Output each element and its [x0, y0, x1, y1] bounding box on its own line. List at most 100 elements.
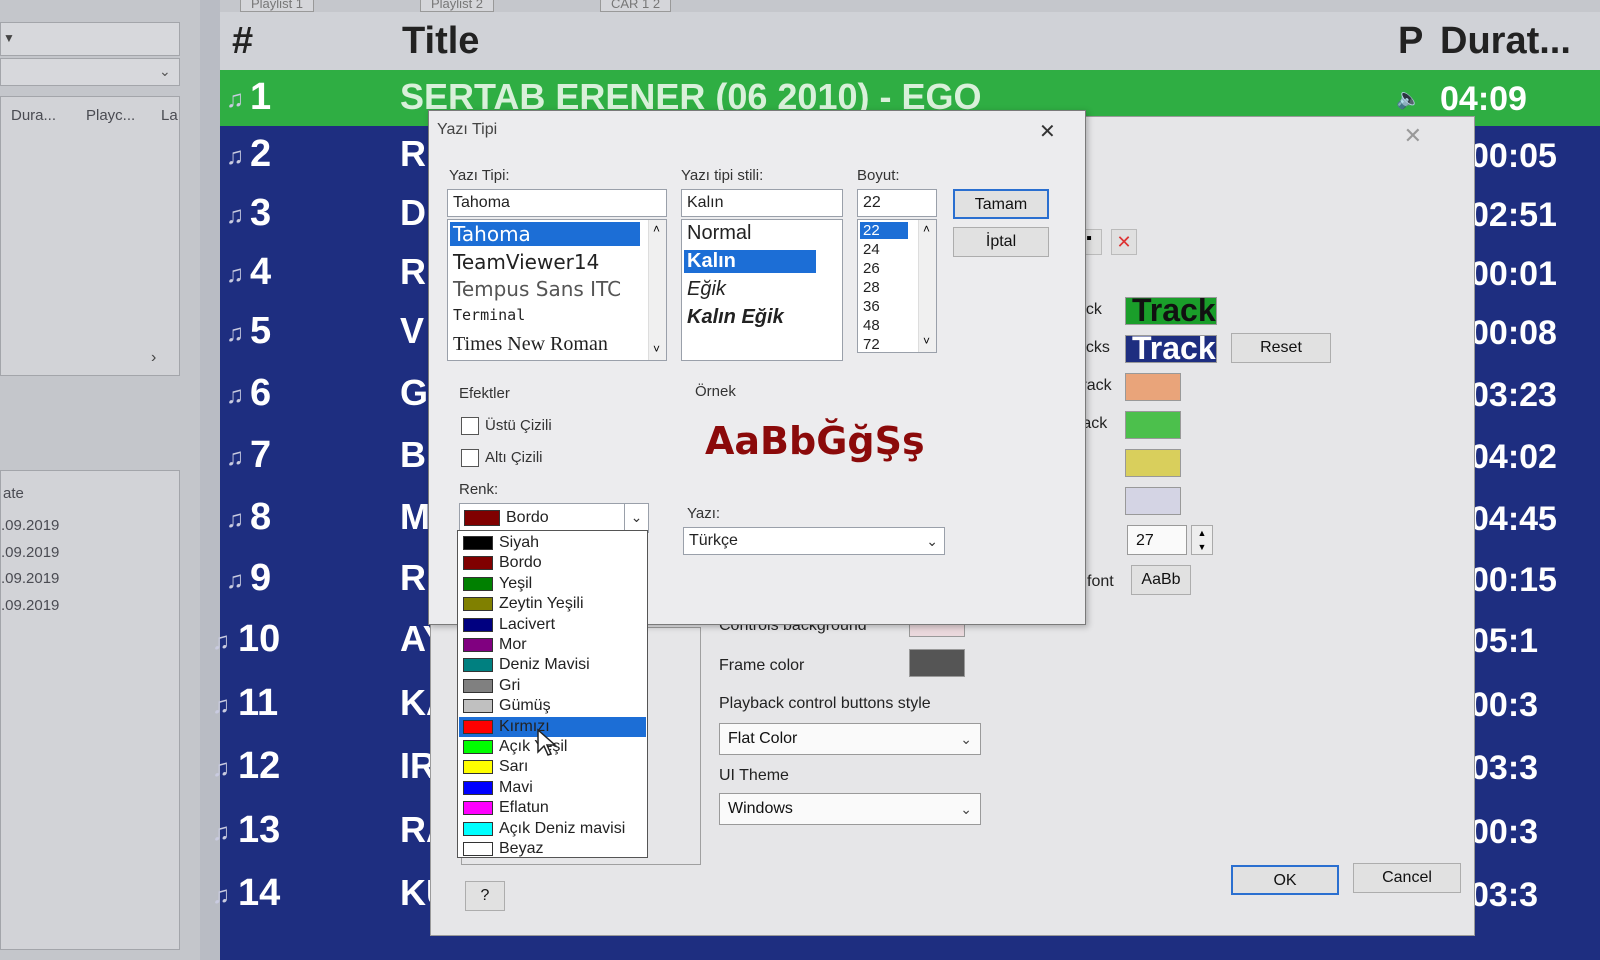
column-header[interactable]: Dura...: [11, 107, 56, 124]
underline-label: Altı Çizili: [485, 449, 543, 466]
close-icon[interactable]: ✕: [1039, 119, 1056, 144]
size-item[interactable]: 22: [860, 222, 908, 239]
delete-icon[interactable]: ✕: [1111, 229, 1137, 255]
size-input[interactable]: 27: [1127, 525, 1187, 555]
column-header[interactable]: Playc...: [86, 107, 135, 124]
size-item[interactable]: 24: [860, 241, 908, 258]
playback-style-select[interactable]: Flat Color ⌄: [719, 723, 981, 755]
style-item[interactable]: Kalın Eğik: [684, 306, 784, 329]
date-header[interactable]: ate: [3, 485, 24, 502]
color-swatch[interactable]: Track: [1125, 297, 1217, 325]
chevron-down-icon[interactable]: ˅: [923, 334, 930, 348]
color-name: Lacivert: [499, 615, 556, 633]
font-scrollbar[interactable]: ˄ ˅: [648, 220, 666, 360]
size-item[interactable]: 26: [860, 260, 908, 277]
date-list[interactable]: ate .09.2019 .09.2019 .09.2019 .09.2019: [0, 470, 180, 950]
size-item[interactable]: 28: [860, 279, 908, 296]
font-item[interactable]: Tempus Sans ITC: [450, 277, 621, 301]
color-option[interactable]: Açık Deniz mavisi: [459, 819, 646, 839]
tab-playlist-1[interactable]: Playlist 1: [240, 0, 315, 12]
font-input[interactable]: Tahoma: [447, 189, 667, 217]
color-name: Yeşil: [499, 574, 533, 592]
color-swatch[interactable]: [1125, 411, 1181, 439]
size-list[interactable]: 22 24 26 28 36 48 72 ˄ ˅: [857, 219, 937, 353]
row-title: B: [400, 434, 426, 475]
color-swatch[interactable]: [1125, 487, 1181, 515]
size-item[interactable]: 48: [860, 317, 908, 334]
header-duration[interactable]: Durat...: [1440, 20, 1571, 63]
color-option[interactable]: Eflatun: [459, 798, 646, 818]
column-header[interactable]: La: [161, 107, 178, 124]
chevron-up-icon[interactable]: ˄: [653, 222, 660, 236]
style-input[interactable]: Kalın: [681, 189, 843, 217]
row-number: 14: [238, 872, 281, 914]
color-option[interactable]: Beyaz: [459, 839, 646, 859]
style-item[interactable]: Eğik: [684, 278, 726, 301]
strikeout-checkbox[interactable]: [461, 417, 479, 435]
chevron-down-icon[interactable]: ⌄: [926, 528, 938, 554]
ok-button[interactable]: Tamam: [953, 189, 1049, 219]
color-option[interactable]: Yeşil: [459, 574, 646, 594]
font-item[interactable]: Times New Roman: [450, 333, 608, 356]
help-button[interactable]: ?: [465, 881, 505, 911]
color-option[interactable]: Mor: [459, 635, 646, 655]
size-input[interactable]: 22: [857, 189, 937, 217]
font-list[interactable]: Tahoma TeamViewer14 Tempus Sans ITC Term…: [447, 219, 667, 361]
music-note-icon: ♫: [212, 882, 230, 909]
reset-button[interactable]: Reset: [1231, 333, 1331, 363]
underline-checkbox[interactable]: [461, 449, 479, 467]
style-item[interactable]: Kalın: [684, 250, 816, 273]
cancel-button[interactable]: Cancel: [1353, 863, 1461, 893]
color-option[interactable]: Zeytin Yeşili: [459, 594, 646, 614]
tab-playlist-2[interactable]: Playlist 2: [420, 0, 495, 12]
left-panel: ▼ ⌄ Dura... Playc... La › ate .09.2019 .…: [0, 0, 200, 960]
mouse-cursor-icon: [537, 728, 557, 756]
script-select[interactable]: Türkçe ⌄: [683, 527, 945, 555]
color-option[interactable]: Gri: [459, 676, 646, 696]
color-option[interactable]: Gümüş: [459, 696, 646, 716]
style-item[interactable]: Normal: [684, 222, 751, 245]
sample-label: Örnek: [695, 383, 736, 400]
frame-color-swatch[interactable]: [909, 649, 965, 677]
color-swatch[interactable]: [1125, 373, 1181, 401]
color-name: Eflatun: [499, 799, 549, 817]
row-title: R: [400, 557, 426, 598]
ui-theme-select[interactable]: Windows ⌄: [719, 793, 981, 825]
cancel-button[interactable]: İptal: [953, 227, 1049, 257]
close-icon[interactable]: ✕: [1404, 123, 1422, 149]
color-option[interactable]: Sarı: [459, 757, 646, 777]
size-item[interactable]: 36: [860, 298, 908, 315]
size-item[interactable]: 72: [860, 336, 908, 352]
size-spinner[interactable]: ▲ ▼: [1191, 525, 1213, 555]
font-item[interactable]: Terminal: [450, 306, 525, 324]
font-button[interactable]: AaBb: [1131, 565, 1191, 595]
ok-button[interactable]: OK: [1231, 865, 1339, 895]
header-p[interactable]: P: [1398, 20, 1423, 63]
chevron-down-icon[interactable]: ⌄: [624, 504, 648, 532]
tab-car[interactable]: CAR 1 2: [600, 0, 672, 12]
color-swatch[interactable]: [1125, 449, 1181, 477]
font-item[interactable]: Tahoma: [450, 222, 640, 246]
row-number: 10: [238, 618, 281, 660]
color-option[interactable]: Siyah: [459, 533, 646, 553]
color-option[interactable]: Bordo: [459, 553, 646, 573]
font-item[interactable]: TeamViewer14: [450, 250, 599, 274]
style-list[interactable]: Normal Kalın Eğik Kalın Eğik: [681, 219, 843, 361]
color-select[interactable]: Bordo ⌄: [459, 503, 649, 533]
style-label: Yazı tipi stili:: [681, 167, 764, 184]
chevron-down-icon[interactable]: ˅: [653, 342, 660, 356]
music-note-icon: ♫: [212, 755, 230, 782]
color-swatch[interactable]: Track: [1125, 335, 1217, 363]
color-dropdown-list[interactable]: Siyah Bordo Yeşil Zeytin Yeşili Lacivert Mor D…: [457, 530, 648, 858]
color-option[interactable]: Deniz Mavisi: [459, 655, 646, 675]
left-list[interactable]: Dura... Playc... La ›: [0, 96, 180, 376]
left-field[interactable]: ⌄: [0, 58, 180, 86]
header-number[interactable]: #: [232, 20, 253, 63]
header-title[interactable]: Title: [402, 20, 479, 63]
chevron-up-icon[interactable]: ˄: [923, 222, 930, 236]
left-dropdown[interactable]: ▼: [0, 22, 180, 56]
color-option[interactable]: Lacivert: [459, 615, 646, 635]
color-option[interactable]: Mavi: [459, 778, 646, 798]
size-scrollbar[interactable]: ˄ ˅: [918, 220, 936, 352]
chevron-right-icon[interactable]: ›: [151, 349, 156, 367]
